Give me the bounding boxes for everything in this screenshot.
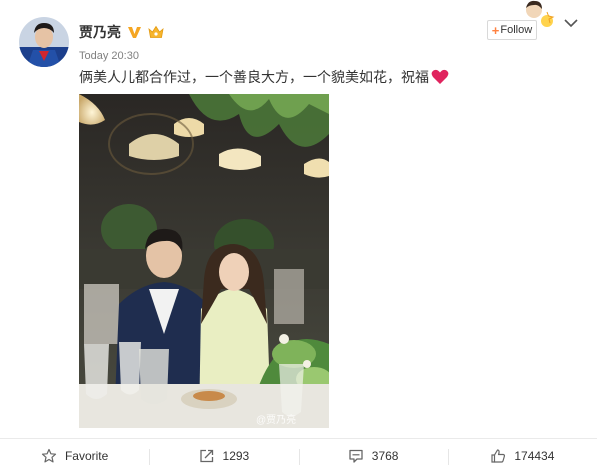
post-timestamp[interactable]: Today 20:30: [79, 50, 139, 62]
repost-button[interactable]: 1293: [149, 439, 298, 472]
comment-button[interactable]: 3768: [298, 439, 448, 472]
repost-icon: [199, 449, 213, 462]
repost-count: 1293: [222, 448, 250, 463]
avatar[interactable]: [19, 17, 69, 67]
comment-icon: [349, 449, 363, 463]
chevron-down-icon[interactable]: [563, 16, 579, 30]
thumbs-up-icon: [491, 448, 506, 463]
like-button[interactable]: 174434: [447, 439, 597, 472]
weibo-post: 贾乃亮 Today 20:30 + Follow 俩美人儿都合作过，一个善良大方…: [0, 0, 597, 472]
vip-crown-icon[interactable]: [148, 25, 164, 39]
plus-icon: +: [491, 22, 500, 38]
comment-count: 3768: [371, 448, 399, 463]
name-row: 贾乃亮: [79, 22, 164, 42]
post-photo[interactable]: [79, 94, 329, 428]
star-icon: [41, 448, 57, 462]
post-text: 俩美人儿都合作过，一个善良大方，一个貌美如花，祝福: [79, 67, 449, 87]
favorite-label: Favorite: [64, 448, 109, 463]
action-bar: Favorite 1293 3768 174434: [0, 438, 597, 472]
favorite-button[interactable]: Favorite: [0, 439, 149, 472]
heart-icon: [431, 69, 449, 85]
post-body: 俩美人儿都合作过，一个善良大方，一个貌美如花，祝福: [79, 69, 429, 85]
photo-watermark: @贾乃亮: [256, 415, 297, 426]
username[interactable]: 贾乃亮: [79, 22, 121, 42]
follow-label: Follow: [500, 24, 533, 36]
like-count: 174434: [514, 448, 555, 463]
follow-button[interactable]: + Follow: [487, 20, 537, 40]
verified-v-icon: [127, 25, 142, 40]
